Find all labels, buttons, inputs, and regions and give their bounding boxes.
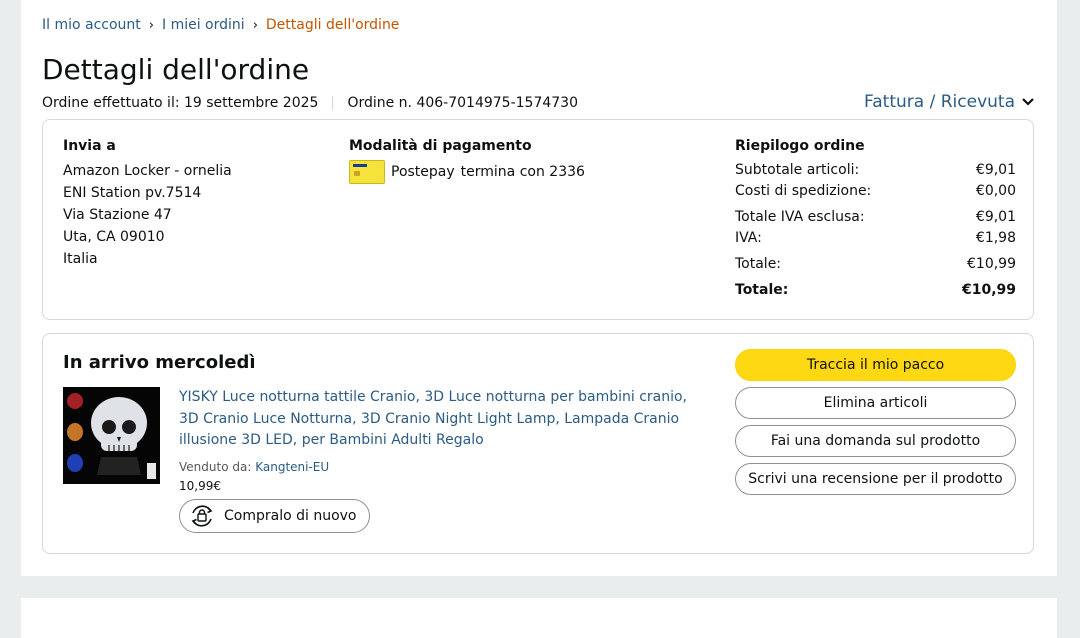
- payment-method: Modalità di pagamento Postepay termina c…: [349, 136, 585, 184]
- totals-value: €10,99: [961, 282, 1016, 298]
- totals-row-total: Totale: €10,99: [735, 254, 1016, 275]
- card-brand: Postepay: [391, 164, 455, 180]
- buy-again-icon: [191, 504, 213, 527]
- track-package-button[interactable]: Traccia il mio pacco: [735, 349, 1016, 381]
- skull-lamp-image: [63, 387, 160, 484]
- totals-value: €10,99: [967, 256, 1016, 272]
- breadcrumb-my-orders[interactable]: I miei ordini: [162, 17, 245, 33]
- ask-question-button[interactable]: Fai una domanda sul prodotto: [735, 425, 1016, 457]
- address-line: Italia: [63, 251, 98, 267]
- totals-value: €9,01: [975, 162, 1016, 178]
- totals-row-grand-total: Totale: €10,99: [735, 280, 1016, 301]
- shipping-heading: Invia a: [63, 138, 116, 154]
- breadcrumb: Il mio account › I miei ordini › Dettagl…: [42, 17, 399, 33]
- postepay-card-icon: [349, 160, 385, 184]
- invoice-dropdown[interactable]: Fattura / Ricevuta: [864, 92, 1035, 112]
- sold-by-label: Venduto da:: [179, 459, 252, 474]
- totals-label: IVA:: [735, 230, 762, 246]
- totals-heading: Riepilogo ordine: [735, 138, 865, 154]
- breadcrumb-current: Dettagli dell'ordine: [265, 17, 400, 33]
- totals-value: €1,98: [975, 230, 1016, 246]
- breadcrumb-my-account[interactable]: Il mio account: [42, 17, 141, 33]
- totals-label: Totale IVA esclusa:: [735, 209, 865, 225]
- delivery-status: In arrivo mercoledì: [63, 352, 256, 373]
- totals-row-subtotal: Subtotale articoli: €9,01: [735, 160, 1016, 181]
- breadcrumb-separator: ›: [148, 17, 154, 33]
- shipping-address: Invia a Amazon Locker - ornelia ENI Stat…: [63, 136, 232, 270]
- seller-link[interactable]: Kangteni-EU: [255, 460, 329, 474]
- order-date: Ordine effettuato il: 19 settembre 2025: [42, 95, 319, 111]
- address-line: Uta, CA 09010: [63, 229, 165, 245]
- chevron-down-icon: [1022, 98, 1034, 106]
- address-line: Amazon Locker - ornelia: [63, 163, 232, 179]
- payment-card-row: Postepay termina con 2336: [349, 160, 585, 184]
- order-summary-box: Invia a Amazon Locker - ornelia ENI Stat…: [42, 119, 1034, 320]
- totals-label: Costi di spedizione:: [735, 183, 872, 199]
- totals-row-net: Totale IVA esclusa: €9,01: [735, 207, 1016, 228]
- totals-row-shipping: Costi di spedizione: €0,00: [735, 181, 1016, 202]
- address-line: Via Stazione 47: [63, 207, 172, 223]
- buy-again-label: Compralo di nuovo: [224, 507, 357, 524]
- totals-value: €9,01: [975, 209, 1016, 225]
- address-line: ENI Station pv.7514: [63, 185, 202, 201]
- sold-by: Venduto da: Kangteni-EU: [179, 460, 709, 474]
- product-price: 10,99€: [179, 478, 221, 493]
- order-totals: Riepilogo ordine Subtotale articoli: €9,…: [735, 136, 1016, 301]
- next-panel: [21, 598, 1057, 638]
- delete-items-button[interactable]: Elimina articoli: [735, 387, 1016, 419]
- product-title-link[interactable]: YISKY Luce notturna tattile Cranio, 3D L…: [179, 387, 709, 452]
- totals-label: Totale:: [735, 282, 789, 298]
- meta-divider: [332, 96, 334, 110]
- buy-again-button[interactable]: Compralo di nuovo: [179, 498, 370, 533]
- order-number: Ordine n. 406-7014975-1574730: [347, 95, 578, 111]
- totals-value: €0,00: [975, 183, 1016, 199]
- product-info: YISKY Luce notturna tattile Cranio, 3D L…: [179, 387, 709, 534]
- write-review-button[interactable]: Scrivi una recensione per il prodotto: [735, 463, 1016, 495]
- product-image[interactable]: [63, 387, 160, 484]
- page-title: Dettagli dell'ordine: [42, 53, 310, 86]
- totals-row-vat: IVA: €1,98: [735, 228, 1016, 249]
- invoice-label: Fattura / Ricevuta: [864, 92, 1015, 112]
- order-meta: Ordine effettuato il: 19 settembre 2025 …: [42, 95, 578, 111]
- card-ending: termina con 2336: [460, 164, 585, 180]
- shipment-actions: Traccia il mio pacco Elimina articoli Fa…: [735, 349, 1016, 501]
- totals-label: Totale:: [735, 256, 782, 272]
- breadcrumb-separator: ›: [252, 17, 258, 33]
- totals-label: Subtotale articoli:: [735, 162, 860, 178]
- payment-heading: Modalità di pagamento: [349, 138, 532, 154]
- shipment-box: In arrivo mercoledì YISKY Luce notturna …: [42, 333, 1034, 554]
